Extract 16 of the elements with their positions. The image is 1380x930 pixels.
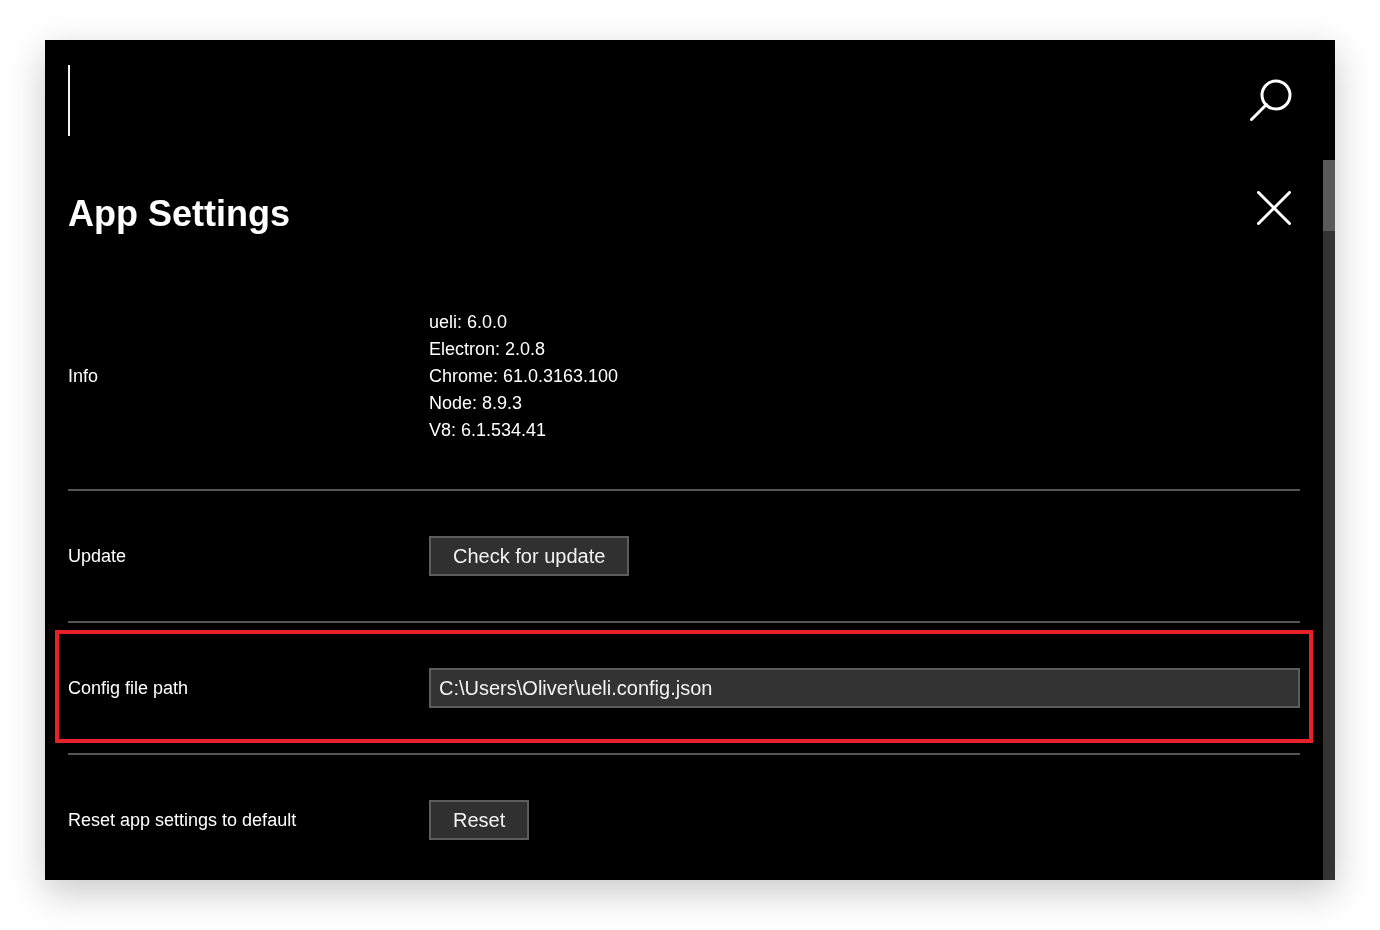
setting-label: Reset app settings to default — [68, 808, 298, 832]
close-icon[interactable] — [1257, 191, 1291, 225]
version-text: Electron: 2.0.8 — [429, 338, 547, 361]
version-text: ueli: 6.0.0 — [429, 311, 509, 334]
setting-label: Info — [68, 365, 100, 388]
version-text: Node: 8.9.3 — [429, 392, 524, 415]
page-title: App Settings — [68, 192, 290, 236]
action-button[interactable]: Check for update — [429, 536, 630, 576]
setting-label: Update — [68, 544, 128, 568]
version-text: V8: 6.1.534.41 — [429, 419, 548, 442]
scrollbar-thumb[interactable] — [1323, 160, 1335, 231]
path-field[interactable]: C:\Users\Oliver\ueli.config.json — [429, 668, 1300, 708]
setting-label: Config file path — [68, 676, 190, 700]
version-text: Chrome: 61.0.3163.100 — [429, 365, 619, 388]
search-icon[interactable] — [1250, 79, 1292, 121]
action-button[interactable]: Reset — [429, 800, 530, 840]
